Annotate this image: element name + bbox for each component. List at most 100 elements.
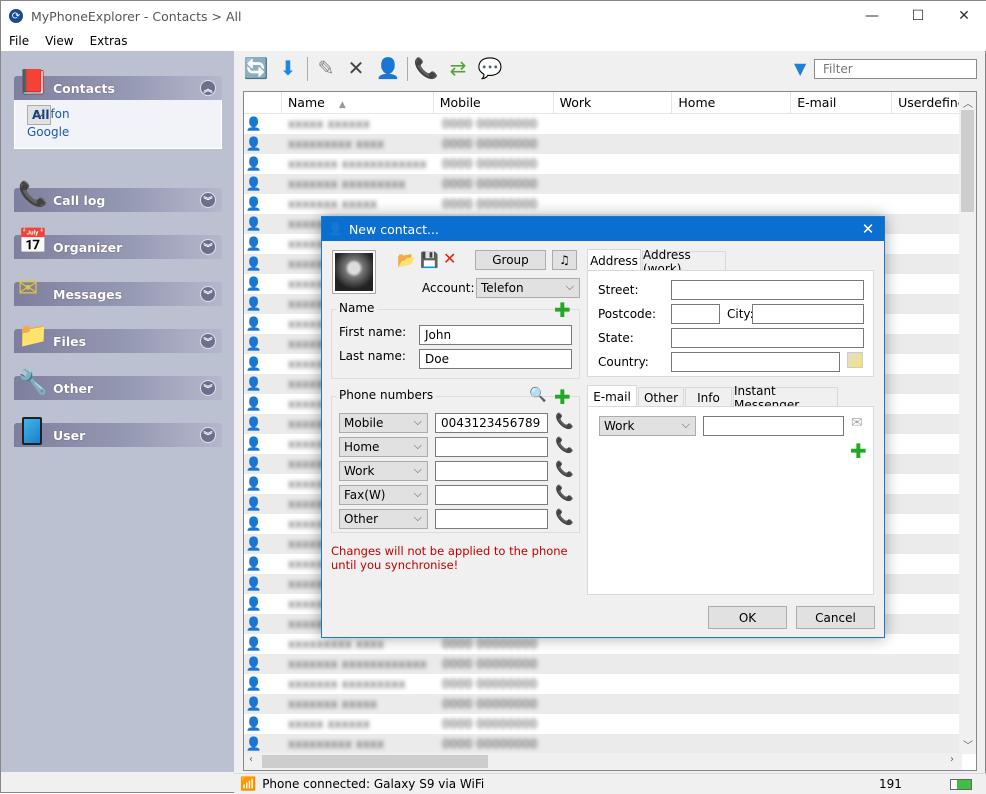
tab-email[interactable]: E-mail [587, 385, 637, 407]
dialog-close-button[interactable]: ✕ [852, 217, 884, 241]
horizontal-scrollbar[interactable]: ‹ › [244, 753, 962, 770]
phone-type-select[interactable]: Home [339, 437, 428, 457]
contact-photo[interactable] [332, 250, 376, 294]
phone-type-select[interactable]: Work [339, 461, 428, 481]
tab-instant-messenger[interactable]: Instant Messenger [733, 384, 838, 412]
sidebar-panel-messages[interactable]: ✉ Messages ︾ [14, 274, 222, 306]
cancel-button[interactable]: Cancel [796, 606, 875, 629]
ok-button[interactable]: OK [708, 606, 787, 629]
call-icon[interactable]: 📞 [555, 436, 574, 454]
sidebar-item-telefon[interactable]: Telefon [27, 105, 209, 123]
sidebar-panel-call-log[interactable]: 📞 Call log ︾ [14, 180, 222, 212]
table-row[interactable]: 👤 xxxxx xxxxxx 0000 00000000 [244, 714, 962, 734]
delete-button[interactable]: ✕ [343, 55, 369, 81]
sidebar-panel-user[interactable]: User ︾ [14, 417, 222, 447]
remove-photo-icon[interactable]: ✕ [443, 249, 456, 268]
tab-address-work[interactable]: Address (work) [642, 248, 726, 276]
column-header-work[interactable]: Work [554, 92, 673, 114]
email-type-select[interactable]: Work [599, 416, 696, 436]
scroll-left-icon[interactable]: ‹ [249, 754, 253, 765]
expand-icon[interactable]: ︾ [200, 380, 216, 396]
save-icon[interactable]: 💾 [420, 251, 439, 269]
ringtone-button[interactable]: ♫ [552, 250, 577, 270]
scroll-right-icon[interactable]: › [950, 754, 954, 765]
scroll-down-icon[interactable]: ﹀ [963, 737, 973, 752]
scrollbar-thumb[interactable] [961, 110, 974, 212]
column-header-email[interactable]: E-mail [791, 92, 893, 114]
table-row[interactable]: 👤 xxxxxxx xxxxx 0000 00000000 [244, 694, 962, 714]
state-input[interactable] [671, 328, 864, 348]
phone-type-select[interactable]: Other [339, 509, 428, 529]
table-row[interactable]: 👤 xxxxxxx xxxxxxxxx 0000 00000000 [244, 674, 962, 694]
column-header-name[interactable]: Name ▲ [282, 92, 434, 114]
table-row[interactable]: 👤 xxxxxxx xxxxxxxxxxxx 0000 00000000 [244, 654, 962, 674]
message-button[interactable]: 💬 [477, 55, 503, 81]
table-row[interactable]: 👤 xxxxxxx xxxxxxxxxxxx 0000 00000000 [244, 154, 962, 174]
sync-button[interactable]: 🔄 [243, 55, 269, 81]
filter-input[interactable]: Filter [814, 59, 977, 79]
menu-view[interactable]: View [37, 34, 81, 48]
search-icon[interactable]: 🔍 [529, 387, 546, 403]
map-icon[interactable] [847, 352, 863, 368]
phone-type-select[interactable]: Fax(W) [339, 485, 428, 505]
panel-header-contacts[interactable]: 📕 Contacts ︽ [14, 68, 222, 100]
street-input[interactable] [671, 280, 864, 300]
maximize-button[interactable]: ☐ [895, 1, 941, 31]
column-header-userdefined[interactable]: Userdefine [892, 92, 964, 114]
add-email-icon[interactable]: ✚ [850, 441, 867, 461]
vertical-scrollbar[interactable]: ︿ ﹀ [959, 92, 976, 754]
country-input[interactable] [671, 352, 840, 372]
email-input[interactable] [703, 416, 844, 436]
table-row[interactable]: 👤 xxxxxxx xxxxx 0000 00000000 [244, 194, 962, 214]
expand-icon[interactable]: ︾ [200, 286, 216, 302]
table-row[interactable]: 👤 xxxxxxxxx xxxx 0000 00000000 [244, 734, 962, 754]
expand-icon[interactable]: ︾ [200, 427, 216, 443]
phone-number-input[interactable] [435, 485, 548, 505]
sidebar-item-all[interactable]: All [27, 105, 51, 125]
expand-icon[interactable]: ︾ [200, 333, 216, 349]
add-phone-icon[interactable]: ✚ [554, 387, 571, 407]
postcode-input[interactable] [671, 304, 720, 324]
column-header-home[interactable]: Home [672, 92, 792, 114]
sidebar-panel-other[interactable]: 🔧 Other ︾ [14, 368, 222, 400]
call-icon[interactable]: 📞 [555, 412, 574, 430]
close-button[interactable]: ✕ [941, 1, 986, 31]
last-name-input[interactable]: Doe [419, 349, 572, 369]
column-header-mobile[interactable]: Mobile [434, 92, 554, 114]
scroll-up-icon[interactable]: ︿ [963, 95, 973, 110]
download-button[interactable]: ⬇ [275, 55, 301, 81]
menu-extras[interactable]: Extras [82, 34, 136, 48]
add-name-field-icon[interactable]: ✚ [554, 300, 571, 320]
table-row[interactable]: 👤 xxxxx xxxxxx 0000 00000000 [244, 114, 962, 134]
collapse-icon[interactable]: ︽ [200, 80, 216, 96]
phone-type-select[interactable]: Mobile [339, 413, 428, 433]
phone-number-input[interactable] [435, 509, 548, 529]
table-row[interactable]: 👤 xxxxxxxxx xxxx 0000 00000000 [244, 134, 962, 154]
phone-number-input[interactable]: 0043123456789 [435, 413, 548, 433]
city-input[interactable] [752, 304, 864, 324]
minimize-button[interactable]: — [849, 1, 895, 31]
sidebar-item-google[interactable]: Google [27, 123, 209, 141]
folder-check-icon[interactable]: 📂 [397, 251, 416, 269]
call-icon[interactable]: 📞 [555, 484, 574, 502]
phone-number-input[interactable] [435, 437, 548, 457]
tab-address[interactable]: Address [587, 249, 641, 271]
call-button[interactable]: 📞 [413, 55, 439, 81]
sidebar-panel-organizer[interactable]: 📅 Organizer ︾ [14, 227, 222, 259]
tab-info[interactable]: Info [685, 387, 732, 407]
phone-number-input[interactable] [435, 461, 548, 481]
menu-file[interactable]: File [1, 34, 37, 48]
table-row[interactable]: 👤 xxxxxxx xxxxxxxxx 0000 00000000 [244, 174, 962, 194]
account-select[interactable]: Telefon [476, 278, 580, 298]
sidebar-panel-files[interactable]: 📁 Files ︾ [14, 321, 222, 353]
edit-button[interactable]: ✎ [313, 55, 339, 81]
group-button[interactable]: Group [475, 250, 546, 270]
send-email-icon[interactable]: ✉ [851, 415, 863, 431]
first-name-input[interactable]: John [419, 325, 572, 345]
scrollbar-thumb[interactable] [262, 755, 488, 768]
call-icon[interactable]: 📞 [555, 460, 574, 478]
expand-icon[interactable]: ︾ [200, 192, 216, 208]
add-contact-button[interactable]: 👤 [375, 55, 401, 81]
call-icon[interactable]: 📞 [555, 508, 574, 526]
transfer-button[interactable]: ⇄ [445, 55, 471, 81]
